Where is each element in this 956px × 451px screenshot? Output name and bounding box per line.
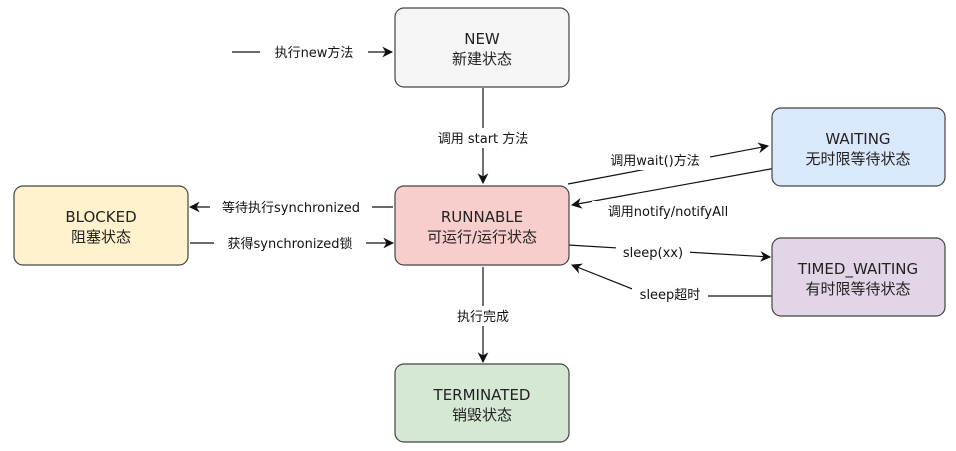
- state-waiting-title: WAITING: [825, 130, 890, 148]
- state-timed-waiting-subtitle: 有时限等待状态: [805, 280, 910, 298]
- state-runnable-subtitle: 可运行/运行状态: [427, 228, 537, 246]
- state-new: NEW 新建状态: [394, 7, 570, 88]
- edge-label-sleep: sleep(xx): [623, 246, 683, 261]
- state-new-subtitle: 新建状态: [452, 50, 512, 68]
- edge-label-get-sync: 获得synchronized锁: [227, 236, 352, 252]
- edge-notify: [570, 167, 777, 209]
- state-waiting: WAITING 无时限等待状态: [771, 107, 946, 187]
- state-waiting-subtitle: 无时限等待状态: [805, 150, 910, 168]
- state-terminated: TERMINATED 销毁状态: [394, 363, 570, 443]
- thread-state-diagram: 执行new方法 调用 start 方法 调用wait()方法 调用notify/…: [13, 7, 946, 443]
- state-runnable-title: RUNNABLE: [441, 208, 523, 226]
- edge-label-wait: 调用wait()方法: [610, 153, 699, 169]
- edge-label-done: 执行完成: [457, 310, 509, 325]
- state-terminated-subtitle: 销毁状态: [452, 406, 512, 424]
- state-terminated-title: TERMINATED: [433, 386, 531, 404]
- state-blocked-subtitle: 阻塞状态: [71, 228, 131, 246]
- edge-label-start: 调用 start 方法: [438, 131, 529, 147]
- edge-label-wait-sync: 等待执行synchronized: [222, 200, 360, 216]
- edge-label-notify: 调用notify/notifyAll: [608, 205, 728, 220]
- edge-label-sleep-timeout: sleep超时: [640, 288, 701, 303]
- edge-label-exec-new: 执行new方法: [275, 45, 354, 61]
- state-runnable: RUNNABLE 可运行/运行状态: [394, 185, 570, 266]
- state-timed-waiting-title: TIMED_WAITING: [797, 260, 918, 279]
- state-blocked: BLOCKED 阻塞状态: [13, 185, 189, 266]
- state-blocked-title: BLOCKED: [65, 208, 136, 226]
- state-new-title: NEW: [464, 30, 500, 48]
- state-timed-waiting: TIMED_WAITING 有时限等待状态: [771, 237, 946, 317]
